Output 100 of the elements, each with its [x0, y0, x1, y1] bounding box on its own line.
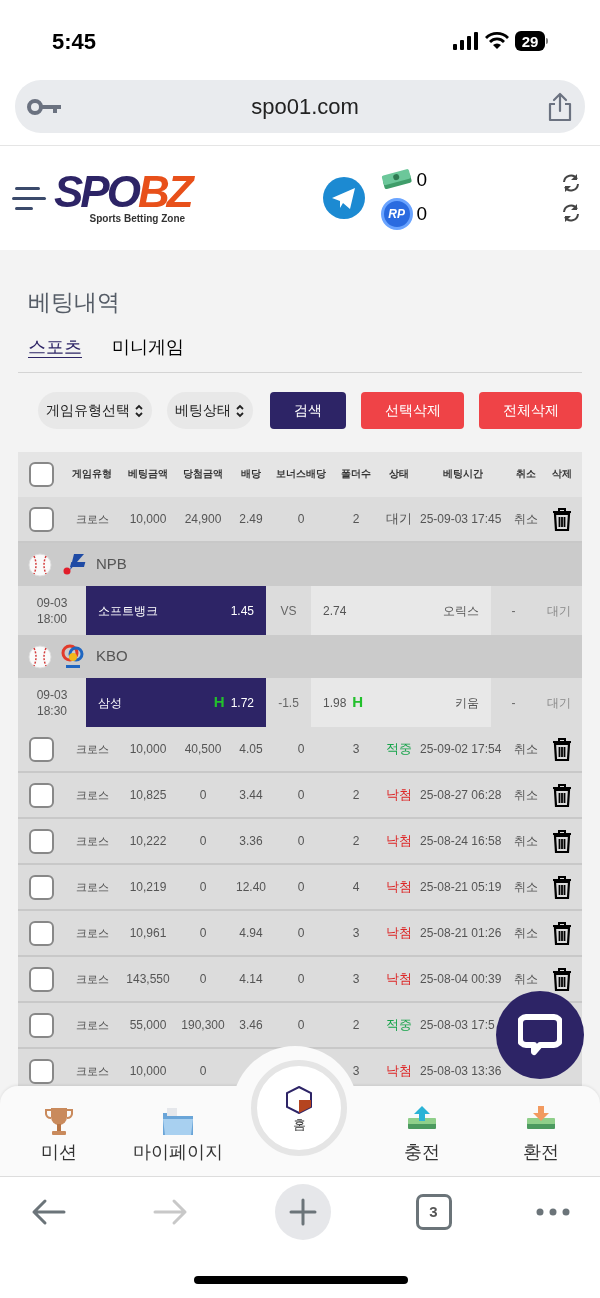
column-header: 폴더수 — [340, 467, 372, 482]
table-cell-text: 10,961 — [128, 925, 168, 942]
table-cell-text: 2 — [351, 833, 361, 850]
cancel-button[interactable]: 취소 — [510, 924, 542, 942]
column-header: 게임유형 — [71, 467, 113, 482]
tab[interactable]: 미니게임 — [112, 336, 184, 358]
team-odds-button[interactable]: 소프트뱅크 1.45 — [86, 586, 266, 635]
column-header: 베팅금액 — [127, 467, 169, 482]
filter-select[interactable]: 게임유형선택 — [38, 392, 152, 429]
delete-button[interactable]: 선택삭제 — [361, 392, 464, 429]
table-cell-text: 3.36 — [238, 833, 264, 850]
table-cell-text: 4.05 — [238, 741, 264, 758]
logo-tagline: Sports Betting Zone — [89, 214, 186, 224]
folder-icon — [160, 1105, 195, 1137]
page-title: 베팅내역 — [27, 288, 121, 317]
trash-icon — [551, 736, 573, 762]
table-cell-text: 25-08-24 16:58 — [419, 833, 503, 850]
trash-button[interactable] — [551, 506, 573, 532]
column-header: 상태 — [388, 467, 410, 482]
checkbox[interactable] — [28, 1058, 54, 1084]
key-icon — [27, 97, 63, 116]
table-cell-text: 25-08-03 17:5 — [419, 1017, 496, 1034]
wifi-icon — [485, 32, 509, 50]
status-text: 낙첨 — [385, 786, 413, 805]
checkbox[interactable] — [28, 874, 54, 900]
checkbox[interactable] — [28, 828, 54, 854]
table-cell-text: - — [510, 694, 517, 712]
nav-item[interactable]: 환전 — [481, 1086, 600, 1176]
trash-button[interactable] — [551, 966, 573, 992]
tabs-button[interactable]: 3 — [415, 1194, 452, 1230]
baseball-icon — [28, 552, 52, 577]
table-cell-text: 3 — [351, 925, 361, 942]
table-cell-text: 3.44 — [238, 787, 264, 804]
checkbox[interactable] — [28, 1012, 54, 1038]
table-cell-text: 4.14 — [238, 971, 264, 988]
checkbox[interactable] — [28, 736, 54, 762]
trash-icon — [551, 782, 573, 808]
nav-item[interactable]: 충전 — [363, 1086, 482, 1176]
table-cell-text: 0 — [198, 879, 208, 896]
match-line: -1.5 — [277, 694, 300, 712]
trash-button[interactable] — [551, 736, 573, 762]
table-cell-text: 2 — [351, 1017, 361, 1034]
cancel-button[interactable]: 취소 — [510, 878, 542, 896]
cancel-button[interactable]: 취소 — [510, 510, 542, 528]
new-tab-button[interactable] — [275, 1184, 331, 1240]
table-cell-text: 10,000 — [128, 1063, 168, 1080]
trash-button[interactable] — [551, 782, 573, 808]
trash-button[interactable] — [551, 920, 573, 946]
table-cell-text: 25-09-02 17:54 — [419, 741, 503, 758]
address-bar[interactable]: spo01.com — [15, 80, 585, 133]
checkbox[interactable] — [28, 462, 54, 487]
cancel-button[interactable]: 취소 — [510, 786, 542, 804]
table-cell-text: 3 — [351, 1063, 361, 1080]
search-button[interactable]: 검색 — [270, 392, 346, 429]
table-cell-text: 0 — [296, 925, 306, 942]
match-date: 09-03 — [36, 686, 68, 703]
trash-button[interactable] — [551, 828, 573, 854]
table-cell-text: 25-08-03 13:36 — [419, 1063, 503, 1080]
cancel-button[interactable]: 취소 — [510, 740, 542, 758]
cancel-button[interactable]: 취소 — [510, 970, 542, 988]
table-cell-text: 크로스 — [74, 511, 110, 527]
column-header: 취소 — [515, 467, 537, 482]
baseball-icon — [28, 644, 52, 669]
checkbox[interactable] — [28, 782, 54, 808]
nav-item[interactable]: 미션 — [0, 1086, 119, 1176]
table-cell-text: 10,825 — [128, 787, 168, 804]
team-odds-button[interactable]: 2.74 오릭스 — [311, 586, 491, 635]
column-header: 배당 — [240, 467, 262, 482]
balance-amount: 0 — [416, 167, 428, 192]
team-odds-button[interactable]: 삼성 H 1.72 — [86, 678, 266, 727]
table-cell-text: 0 — [198, 1063, 208, 1080]
checkbox[interactable] — [28, 506, 54, 532]
cancel-button[interactable]: 취소 — [510, 832, 542, 850]
checkbox[interactable] — [28, 966, 54, 992]
status-text: 낙첨 — [385, 832, 413, 851]
table-cell-text: 크로스 — [74, 971, 110, 987]
table-cell-text: 10,222 — [128, 833, 168, 850]
delete-button[interactable]: 전체삭제 — [479, 392, 582, 429]
refresh-button[interactable] — [560, 202, 582, 224]
table-cell-text: 25-08-21 01:26 — [419, 925, 503, 942]
trash-icon — [551, 920, 573, 946]
table-cell-text: 크로스 — [74, 879, 110, 895]
tab[interactable]: 스포츠 — [28, 336, 82, 358]
status-text: 적중 — [385, 740, 413, 759]
refresh-button[interactable] — [560, 172, 582, 194]
league-name: KBO — [96, 646, 128, 667]
more-button[interactable] — [536, 1208, 570, 1216]
chevron-icon — [134, 403, 144, 418]
team-odds-button[interactable]: 1.98 H 키움 — [311, 678, 491, 727]
points-coin: RP — [380, 198, 413, 231]
match-time: 18:00 — [37, 610, 67, 627]
table-cell-text: 25-09-03 17:45 — [419, 511, 503, 528]
trash-button[interactable] — [551, 874, 573, 900]
table-cell-text: 0 — [296, 741, 306, 758]
status-text: 낙첨 — [385, 878, 413, 897]
filter-select[interactable]: 베팅상태 — [167, 392, 253, 429]
back-button[interactable] — [30, 1197, 68, 1227]
checkbox[interactable] — [28, 920, 54, 946]
balance-amount: 0 — [416, 202, 428, 226]
table-cell-text: 0 — [198, 787, 208, 804]
